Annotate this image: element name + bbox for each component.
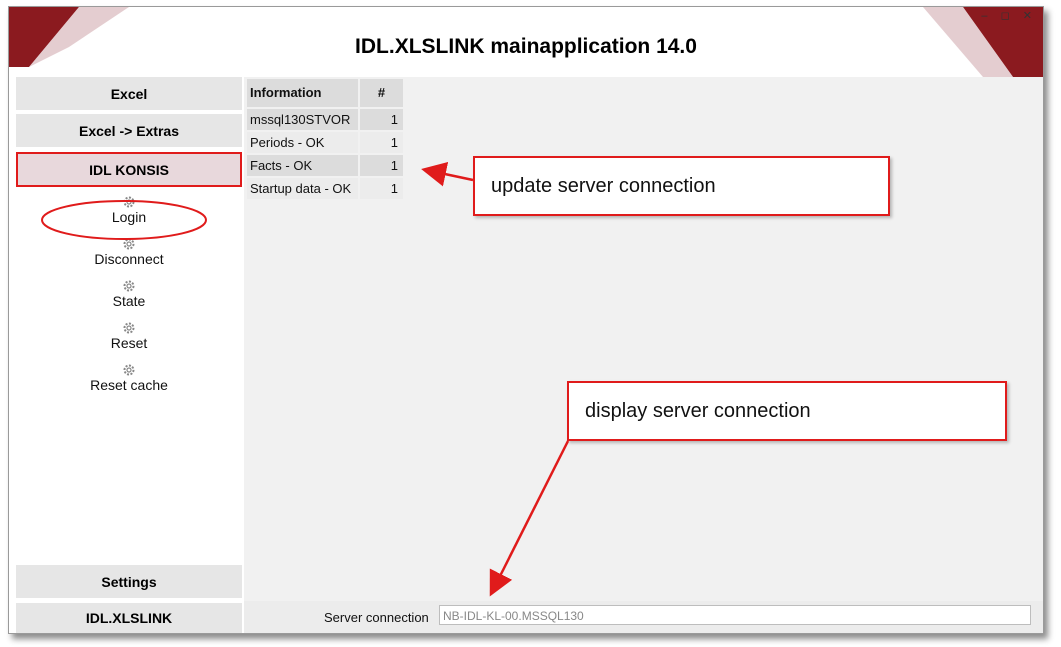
tab-idl-xlslink[interactable]: IDL.XLSLINK bbox=[16, 603, 242, 633]
reset-cache-command[interactable]: Reset cache bbox=[16, 363, 242, 393]
column-header-information[interactable]: Information bbox=[247, 79, 358, 107]
disconnect-command[interactable]: Disconnect bbox=[16, 237, 242, 267]
status-bar: Server connection NB-IDL-KL-00.MSSQL130 bbox=[244, 601, 1043, 633]
gear-icon bbox=[123, 196, 135, 208]
disconnect-label: Disconnect bbox=[94, 251, 164, 267]
table-cell: mssql130STVOR bbox=[247, 109, 358, 130]
table-cell: Startup data - OK bbox=[247, 178, 358, 199]
app-window: – ◻ ✕ IDL.XLSLINK mainapplication 14.0 E… bbox=[8, 6, 1044, 634]
information-table: Information # mssql130STVOR 1 Periods - … bbox=[247, 79, 403, 201]
table-cell: Periods - OK bbox=[247, 132, 358, 153]
gear-icon bbox=[123, 364, 135, 376]
tab-excel[interactable]: Excel bbox=[16, 77, 242, 110]
sidebar: Excel Excel -> Extras IDL KONSIS Login D… bbox=[16, 77, 242, 633]
table-header: Information # bbox=[247, 79, 403, 107]
window-title: IDL.XLSLINK mainapplication 14.0 bbox=[355, 35, 697, 58]
table-row[interactable]: Periods - OK 1 bbox=[247, 132, 403, 153]
state-command[interactable]: State bbox=[16, 279, 242, 309]
table-cell: 1 bbox=[360, 178, 403, 199]
gear-icon bbox=[123, 238, 135, 250]
table-row[interactable]: Startup data - OK 1 bbox=[247, 178, 403, 199]
reset-label: Reset bbox=[110, 335, 148, 351]
table-row[interactable]: mssql130STVOR 1 bbox=[247, 109, 403, 130]
gear-icon bbox=[123, 280, 135, 292]
display-server-connection-callout: display server connection bbox=[567, 381, 1007, 441]
table-cell: 1 bbox=[360, 155, 403, 176]
table-cell: Facts - OK bbox=[247, 155, 358, 176]
gear-icon bbox=[123, 322, 135, 334]
table-cell: 1 bbox=[360, 109, 403, 130]
state-label: State bbox=[112, 293, 146, 309]
tab-idl-konsis[interactable]: IDL KONSIS bbox=[16, 152, 242, 187]
login-command[interactable]: Login bbox=[16, 195, 242, 225]
window-controls[interactable]: – ◻ ✕ bbox=[981, 9, 1037, 22]
column-header-count[interactable]: # bbox=[360, 79, 403, 107]
reset-command[interactable]: Reset bbox=[16, 321, 242, 351]
table-cell: 1 bbox=[360, 132, 403, 153]
tab-excel-extras[interactable]: Excel -> Extras bbox=[16, 114, 242, 147]
update-server-connection-callout: update server connection bbox=[473, 156, 890, 216]
reset-cache-label: Reset cache bbox=[90, 377, 168, 393]
tab-settings[interactable]: Settings bbox=[16, 565, 242, 598]
table-row[interactable]: Facts - OK 1 bbox=[247, 155, 403, 176]
server-connection-field[interactable]: NB-IDL-KL-00.MSSQL130 bbox=[439, 605, 1031, 625]
server-connection-label: Server connection bbox=[324, 610, 429, 625]
login-label: Login bbox=[111, 209, 147, 225]
